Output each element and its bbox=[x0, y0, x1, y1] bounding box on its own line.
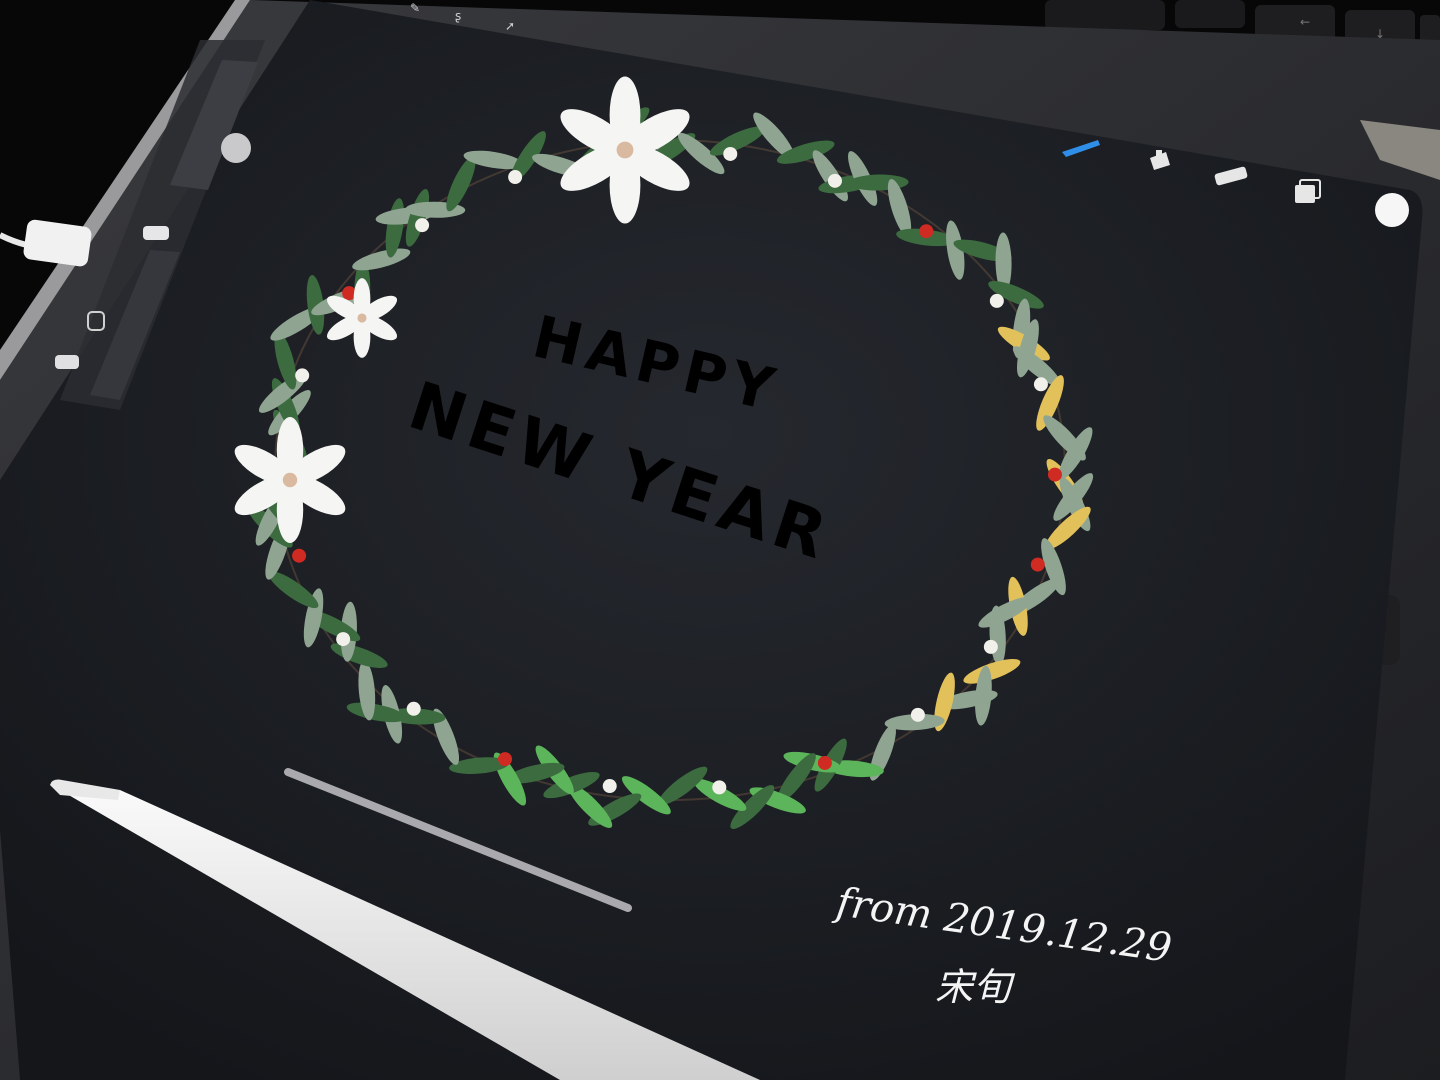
berry bbox=[406, 701, 421, 716]
photo-scene: ← ↓ ✎ ʂ ➚ HAPPY NEW YEAR from 2019.12.29… bbox=[0, 0, 1440, 1080]
berry bbox=[983, 639, 998, 654]
berry bbox=[336, 632, 351, 647]
wrench-icon[interactable]: ✎ bbox=[410, 1, 420, 15]
flower-center bbox=[282, 472, 298, 488]
berry bbox=[1033, 377, 1048, 392]
berry bbox=[989, 293, 1004, 308]
svg-text:←: ← bbox=[1300, 15, 1310, 29]
berry bbox=[292, 548, 307, 563]
flower-center bbox=[616, 141, 634, 159]
berry bbox=[1030, 557, 1045, 572]
berry bbox=[295, 368, 310, 383]
signature-name: 宋旬 bbox=[935, 965, 1016, 1009]
berry bbox=[817, 755, 832, 770]
berry bbox=[415, 218, 430, 233]
color-swatch-icon[interactable] bbox=[1375, 193, 1409, 227]
berry bbox=[498, 752, 513, 767]
berry bbox=[712, 780, 727, 795]
flower-center bbox=[357, 313, 367, 323]
berry bbox=[1047, 467, 1062, 482]
berry bbox=[508, 170, 523, 185]
opacity-thumb[interactable] bbox=[55, 355, 79, 369]
transform-icon[interactable]: ➚ bbox=[505, 19, 515, 33]
modify-button[interactable] bbox=[221, 133, 251, 163]
berry bbox=[910, 707, 925, 722]
berry bbox=[827, 173, 842, 188]
size-slider-thumb[interactable] bbox=[143, 226, 169, 240]
berry bbox=[723, 146, 738, 161]
berry bbox=[919, 224, 934, 239]
selection-icon[interactable]: ʂ bbox=[455, 9, 461, 23]
berry bbox=[602, 779, 617, 794]
